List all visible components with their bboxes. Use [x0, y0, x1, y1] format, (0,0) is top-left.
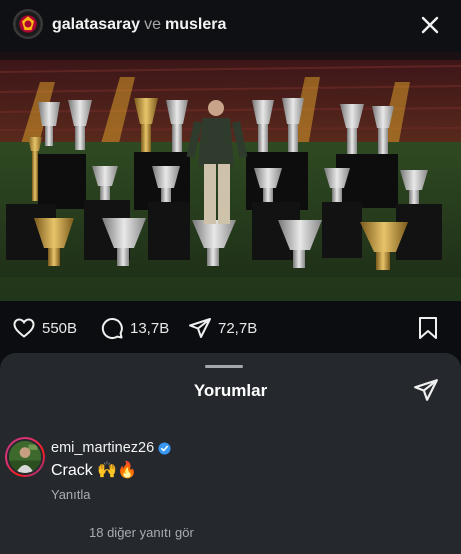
verified-badge-icon: [158, 441, 171, 455]
account-name[interactable]: galatasaray: [52, 16, 140, 33]
heart-icon: [13, 318, 35, 338]
share-count: 72,7B: [218, 319, 258, 337]
post-header: galatasaray ve muslera: [0, 0, 461, 52]
comments-sheet: Yorumlar emi_martinez26 Crack 🙌🔥 Yanıtla…: [0, 353, 461, 554]
send-icon: [189, 318, 211, 338]
drag-handle[interactable]: [205, 365, 243, 368]
sheet-title: Yorumlar: [193, 381, 268, 400]
collaborator-name[interactable]: muslera: [165, 16, 226, 33]
share-button[interactable]: 72,7B: [188, 316, 257, 340]
action-bar: 550B 13,7B 72,7B: [0, 301, 461, 353]
send-icon[interactable]: [413, 377, 439, 403]
comment-button[interactable]: 13,7B: [100, 316, 169, 340]
post-image[interactable]: [0, 52, 461, 301]
comment-icon: [101, 318, 123, 339]
username-text[interactable]: emi_martinez26: [51, 440, 154, 456]
post-authors: galatasaray ve muslera: [52, 16, 226, 34]
view-replies-link[interactable]: 18 diğer yanıtı gör: [89, 525, 194, 540]
commenter-avatar[interactable]: [5, 437, 45, 477]
galatasaray-avatar[interactable]: [13, 9, 43, 39]
conjunction: ve: [144, 16, 161, 33]
reply-button[interactable]: Yanıtla: [51, 487, 91, 502]
like-button[interactable]: 550B: [12, 316, 77, 340]
like-count: 550B: [42, 319, 78, 337]
comment-count: 13,7B: [130, 319, 170, 337]
bookmark-icon[interactable]: [417, 316, 439, 340]
close-icon[interactable]: [419, 14, 441, 36]
comment-username[interactable]: emi_martinez26: [51, 440, 171, 456]
comment-text: Crack 🙌🔥: [51, 462, 138, 479]
